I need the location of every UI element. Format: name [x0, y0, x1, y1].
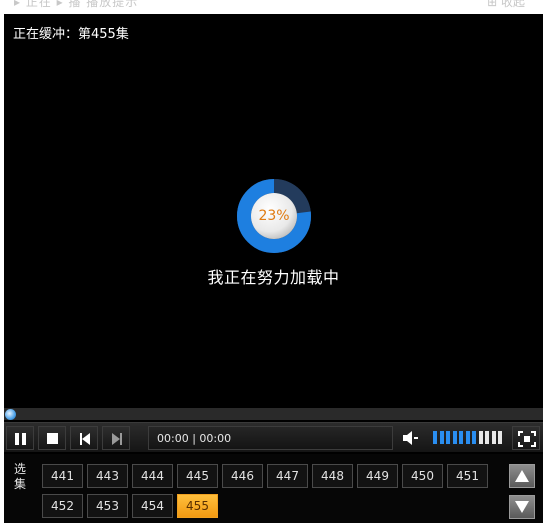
volume-icon[interactable] [402, 431, 420, 445]
stop-button[interactable] [38, 426, 66, 450]
episode-scroll-up-button[interactable] [509, 464, 535, 488]
control-bar: 00:00 | 00:00 [4, 422, 543, 452]
loading-percent: 23% [258, 208, 290, 224]
episode-443-button[interactable]: 443 [87, 464, 128, 488]
episode-454-button[interactable]: 454 [132, 494, 173, 518]
fullscreen-icon [518, 431, 536, 447]
episode-451-button[interactable]: 451 [447, 464, 488, 488]
seek-bar[interactable] [4, 408, 543, 420]
volume-bar[interactable] [446, 431, 450, 444]
episode-441-button[interactable]: 441 [42, 464, 83, 488]
volume-bar[interactable] [459, 431, 463, 444]
time-display: 00:00 | 00:00 [148, 426, 393, 450]
episode-452-button[interactable]: 452 [42, 494, 83, 518]
volume-slider[interactable] [433, 431, 505, 445]
top-strip-left-text: ▸ 正在 ▸ 播 播放提示 [14, 0, 139, 9]
time-text: 00:00 | 00:00 [157, 432, 232, 445]
episode-450-button[interactable]: 450 [402, 464, 443, 488]
previous-button[interactable] [70, 426, 98, 450]
episode-449-button[interactable]: 449 [357, 464, 398, 488]
episode-448-button[interactable]: 448 [312, 464, 353, 488]
seek-handle[interactable] [5, 409, 16, 420]
top-strip-right-text[interactable]: ⊞ 收起 [487, 0, 525, 10]
volume-bar[interactable] [439, 431, 444, 444]
volume-bar[interactable] [465, 431, 470, 444]
volume-bar[interactable] [472, 431, 476, 444]
episode-444-button[interactable]: 444 [132, 464, 173, 488]
volume-bar[interactable] [433, 431, 437, 444]
volume-bar[interactable] [491, 431, 496, 444]
video-player[interactable]: 正在缓冲：第455集 23% 我正在努力加载中 00:00 | 00:00 选集… [4, 14, 543, 523]
episode-455-button[interactable]: 455 [177, 494, 218, 518]
buffer-status: 正在缓冲：第455集 [13, 27, 129, 42]
episode-453-button[interactable]: 453 [87, 494, 128, 518]
scroll-up-icon [515, 470, 529, 482]
next-icon [112, 433, 122, 445]
volume-bar[interactable] [498, 431, 502, 444]
volume-bar[interactable] [452, 431, 457, 444]
episode-label: 选集 [13, 462, 26, 491]
top-strip: ▸ 正在 ▸ 播 播放提示 ⊞ 收起 [0, 0, 543, 14]
episode-446-button[interactable]: 446 [222, 464, 263, 488]
pause-button[interactable] [6, 426, 34, 450]
previous-icon [80, 433, 90, 445]
next-button[interactable] [102, 426, 130, 450]
episode-447-button[interactable]: 447 [267, 464, 308, 488]
episode-445-button[interactable]: 445 [177, 464, 218, 488]
loading-spinner: 23% [236, 178, 312, 254]
scroll-down-icon [515, 501, 529, 513]
volume-bar[interactable] [485, 431, 489, 444]
loading-message: 我正在努力加载中 [207, 268, 340, 287]
episode-selector: 选集 441 443 444 445 446 447 448 449 450 451 452 453 4… [4, 454, 543, 523]
episode-scroll-down-button[interactable] [509, 495, 535, 519]
volume-bar[interactable] [478, 431, 483, 444]
fullscreen-button[interactable] [512, 426, 540, 450]
stop-icon [47, 433, 58, 444]
